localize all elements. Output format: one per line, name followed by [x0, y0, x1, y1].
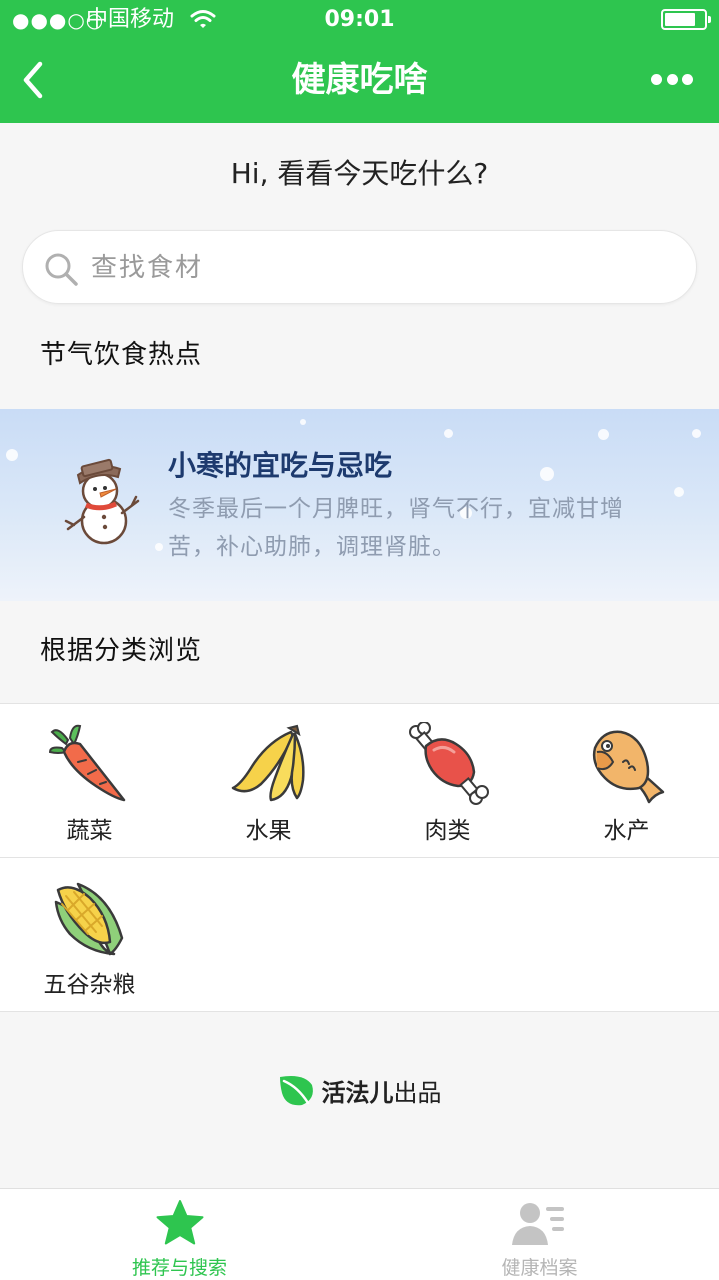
section-title-categories: 根据分类浏览: [40, 636, 203, 666]
tab-recommend-search[interactable]: 推荐与搜索: [0, 1189, 359, 1280]
banana-icon: [231, 724, 305, 802]
tab-label: 健康档案: [501, 1257, 578, 1279]
category-label: 肉类: [424, 818, 471, 844]
search-bar[interactable]: [22, 230, 697, 304]
category-grains[interactable]: 五谷杂粮: [0, 858, 179, 1011]
status-bar: ●●●○○ 中国移动 09:01: [0, 0, 719, 40]
search-icon: [45, 253, 78, 286]
page-title: 健康吃啥: [291, 60, 428, 100]
category-label: 水产: [603, 818, 650, 844]
brand-name: 活法儿: [321, 1078, 394, 1107]
section-title-solar-term: 节气饮食热点: [40, 340, 203, 370]
carrot-icon: [48, 724, 125, 802]
app-header: ●●●○○ 中国移动 09:01 健康吃啥: [0, 0, 719, 123]
banner-description: 冬季最后一个月脾旺，肾气不行，宜减甘增苦，补心助肺，调理肾脏。: [168, 496, 624, 560]
category-vegetables[interactable]: 蔬菜: [0, 704, 179, 857]
profile-list-icon: [511, 1203, 564, 1245]
meat-icon: [408, 722, 489, 805]
tab-health-profile[interactable]: 健康档案: [360, 1189, 719, 1280]
category-fruits[interactable]: 水果: [179, 704, 358, 857]
greeting-text: Hi, 看看今天吃什么?: [230, 157, 489, 190]
status-time: 09:01: [324, 7, 395, 32]
corn-icon: [54, 882, 123, 956]
category-label: 五谷杂粮: [43, 972, 136, 998]
banner-title: 小寒的宜吃与忌吃: [168, 449, 393, 482]
more-dots-icon[interactable]: [651, 74, 693, 86]
category-seafood[interactable]: 水产: [537, 704, 716, 857]
tab-bar: 推荐与搜索 健康档案: [0, 1188, 719, 1280]
brand-credit: 活法儿 出品: [0, 1068, 719, 1112]
category-label: 水果: [245, 818, 292, 844]
tab-label: 推荐与搜索: [131, 1257, 227, 1279]
fish-icon: [592, 730, 664, 804]
brand-suffix: 出品: [393, 1078, 442, 1107]
category-label: 蔬菜: [66, 818, 113, 844]
search-input[interactable]: [91, 245, 671, 291]
battery-icon: [661, 9, 711, 30]
category-meat[interactable]: 肉类: [358, 704, 537, 857]
leaf-icon: [279, 1076, 313, 1106]
star-icon: [156, 1200, 203, 1245]
snowman-icon: [64, 458, 140, 545]
